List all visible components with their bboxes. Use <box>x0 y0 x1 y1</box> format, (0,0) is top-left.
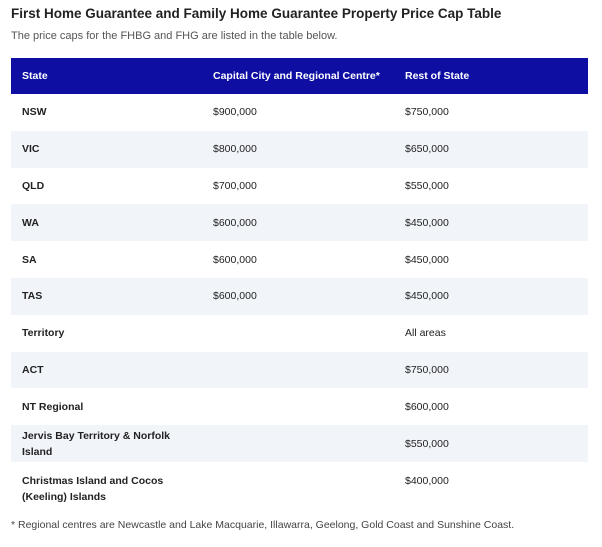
footnote: * Regional centres are Newcastle and Lak… <box>11 519 515 531</box>
cell-capital-city: $700,000 <box>213 179 257 192</box>
cell-rest-of-state: $600,000 <box>405 400 449 413</box>
header-rest-of-state: Rest of State <box>405 70 470 82</box>
cell-state: ACT <box>22 363 44 376</box>
table-row: SA $600,000 $450,000 <box>11 241 588 278</box>
cell-capital-city: $600,000 <box>213 253 257 266</box>
table-row: Territory All areas <box>11 315 588 352</box>
cell-state: WA <box>22 216 39 229</box>
cell-state: NT Regional <box>22 400 84 413</box>
cell-state: NSW <box>22 106 47 119</box>
header-state: State <box>22 70 48 82</box>
cell-rest-of-state: $450,000 <box>405 216 449 229</box>
table-row: NT Regional $600,000 <box>11 388 588 425</box>
page-title: First Home Guarantee and Family Home Gua… <box>11 6 502 21</box>
cell-rest-of-state: $650,000 <box>405 143 449 156</box>
page-subtitle: The price caps for the FHBG and FHG are … <box>11 30 338 42</box>
price-cap-table: State Capital City and Regional Centre* … <box>11 58 588 524</box>
cell-state: Jervis Bay Territory & Norfolk Island <box>22 429 171 458</box>
cell-capital-city: $900,000 <box>213 106 257 119</box>
cell-rest-of-state: $550,000 <box>405 437 449 450</box>
cell-rest-of-state: $400,000 <box>405 474 449 487</box>
cell-rest-of-state: All areas <box>405 327 446 340</box>
cell-state: QLD <box>22 179 45 192</box>
cell-capital-city: $800,000 <box>213 143 257 156</box>
table-row: Christmas Island and Cocos (Keeling) Isl… <box>11 462 588 524</box>
table-row: WA $600,000 $450,000 <box>11 204 588 242</box>
cell-capital-city: $600,000 <box>213 290 257 303</box>
table-row: ACT $750,000 <box>11 351 588 389</box>
cell-rest-of-state: $450,000 <box>405 253 449 266</box>
table-row: TAS $600,000 $450,000 <box>11 277 588 315</box>
cell-rest-of-state: $750,000 <box>405 363 449 376</box>
table-row: NSW $900,000 $750,000 <box>11 94 588 131</box>
cell-capital-city: $600,000 <box>213 216 257 229</box>
table-header-row: State Capital City and Regional Centre* … <box>11 58 588 94</box>
cell-state: Territory <box>22 327 65 340</box>
table-row: VIC $800,000 $650,000 <box>11 130 588 168</box>
table-row: QLD $700,000 $550,000 <box>11 168 588 205</box>
cell-rest-of-state: $750,000 <box>405 106 449 119</box>
cell-state: VIC <box>22 143 40 156</box>
cell-rest-of-state: $550,000 <box>405 179 449 192</box>
header-capital-city: Capital City and Regional Centre* <box>213 70 380 82</box>
cell-state: SA <box>22 253 37 266</box>
table-row: Jervis Bay Territory & Norfolk Island $5… <box>11 425 588 462</box>
cell-state: TAS <box>22 290 43 303</box>
cell-rest-of-state: $450,000 <box>405 290 449 303</box>
cell-state: Christmas Island and Cocos (Keeling) Isl… <box>22 474 164 503</box>
